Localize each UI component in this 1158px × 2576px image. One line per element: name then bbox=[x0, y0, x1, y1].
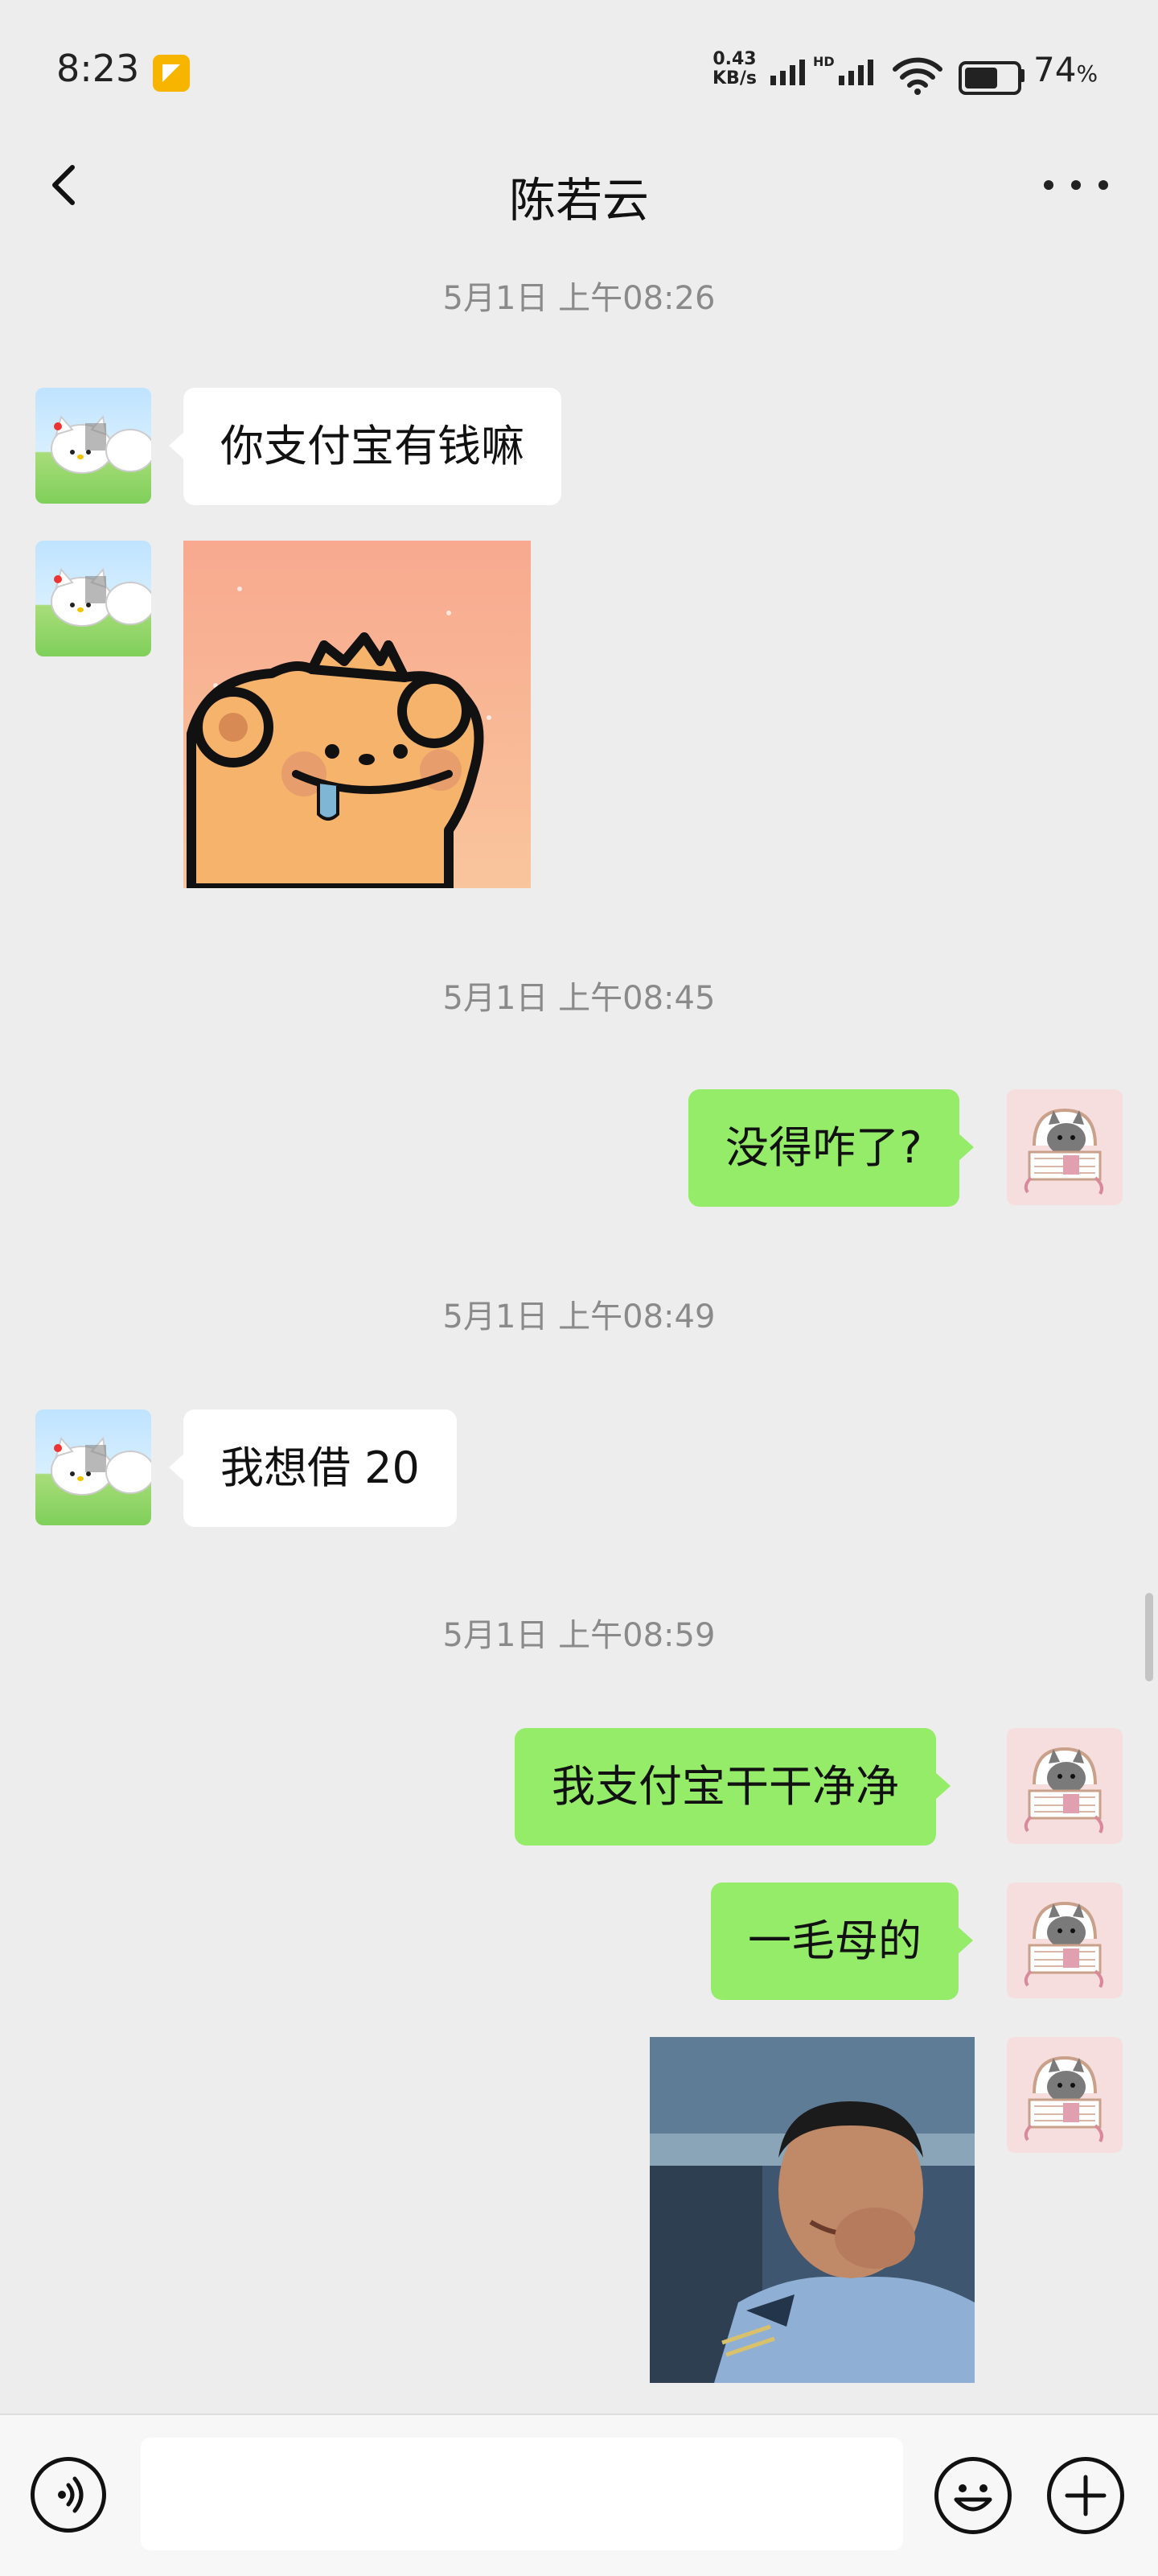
voice-icon bbox=[58, 2476, 84, 2513]
more-dots-icon[interactable] bbox=[1044, 161, 1108, 209]
hello-kitty-icon bbox=[51, 567, 151, 627]
message-bubble-outgoing[interactable]: 一毛母的 bbox=[711, 1883, 973, 2000]
timestamp: 5月1日 上午08:26 bbox=[442, 280, 716, 317]
wifi-icon bbox=[893, 57, 942, 95]
my-avatar[interactable] bbox=[1007, 1089, 1123, 1205]
my-avatar[interactable] bbox=[1007, 1728, 1123, 1844]
battery-tip bbox=[1020, 69, 1025, 82]
cat-in-basket-icon bbox=[1024, 1901, 1103, 1989]
timestamp: 5月1日 上午08:59 bbox=[442, 1617, 716, 1654]
hello-kitty-icon bbox=[51, 1436, 151, 1496]
contact-avatar[interactable] bbox=[35, 541, 151, 656]
message-bubble-incoming[interactable]: 你支付宝有钱嘛 bbox=[169, 388, 561, 505]
message-bubble-outgoing[interactable]: 我支付宝干干净净 bbox=[515, 1728, 951, 1846]
signal-icons: HD bbox=[770, 54, 873, 85]
message-bubble-incoming[interactable]: 我想借 20 bbox=[169, 1409, 457, 1527]
voice-button[interactable] bbox=[31, 2457, 106, 2533]
timestamp: 5月1日 上午08:49 bbox=[442, 1298, 716, 1335]
network-speed: 0.43 KB/s bbox=[712, 50, 757, 88]
plus-icon bbox=[1065, 2475, 1107, 2516]
battery-fill bbox=[965, 68, 997, 88]
message-input[interactable] bbox=[141, 2438, 903, 2550]
cat-in-basket-icon bbox=[1024, 1747, 1103, 1834]
battery-icon bbox=[959, 61, 1021, 95]
network-speed-unit: KB/s bbox=[712, 68, 757, 88]
input-bar bbox=[0, 2413, 1158, 2576]
notification-icon bbox=[153, 55, 190, 92]
plus-button[interactable] bbox=[1047, 2457, 1124, 2534]
contact-avatar[interactable] bbox=[35, 388, 151, 504]
laughing-officer-meme[interactable] bbox=[650, 2037, 975, 2383]
signal-hd-icon: HD bbox=[813, 54, 873, 85]
my-avatar[interactable] bbox=[1007, 1883, 1123, 1998]
status-time: 8:23 bbox=[56, 47, 140, 90]
contact-avatar[interactable] bbox=[35, 1409, 151, 1525]
emoji-button[interactable] bbox=[934, 2457, 1012, 2534]
scrollbar[interactable] bbox=[1145, 1593, 1153, 1681]
hd-label: HD bbox=[813, 54, 835, 69]
cat-in-basket-icon bbox=[1024, 2055, 1103, 2143]
battery-percent: 74% bbox=[1033, 50, 1098, 89]
chat-header: 陈若云 bbox=[0, 129, 1158, 249]
network-speed-value: 0.43 bbox=[712, 49, 757, 69]
emoji-icon bbox=[954, 2484, 992, 2512]
my-avatar[interactable] bbox=[1007, 2037, 1123, 2153]
message-bubble-outgoing[interactable]: 没得咋了? bbox=[688, 1089, 974, 1207]
hello-kitty-icon bbox=[51, 414, 151, 474]
cat-in-basket-icon bbox=[1024, 1108, 1103, 1195]
chat-title: 陈若云 bbox=[508, 173, 649, 228]
timestamp: 5月1日 上午08:45 bbox=[442, 980, 716, 1017]
bear-drooling-sticker[interactable] bbox=[183, 541, 531, 888]
signal-icon bbox=[770, 56, 805, 85]
status-bar: 8:23 0.43 KB/s HD 74% bbox=[0, 0, 1158, 129]
